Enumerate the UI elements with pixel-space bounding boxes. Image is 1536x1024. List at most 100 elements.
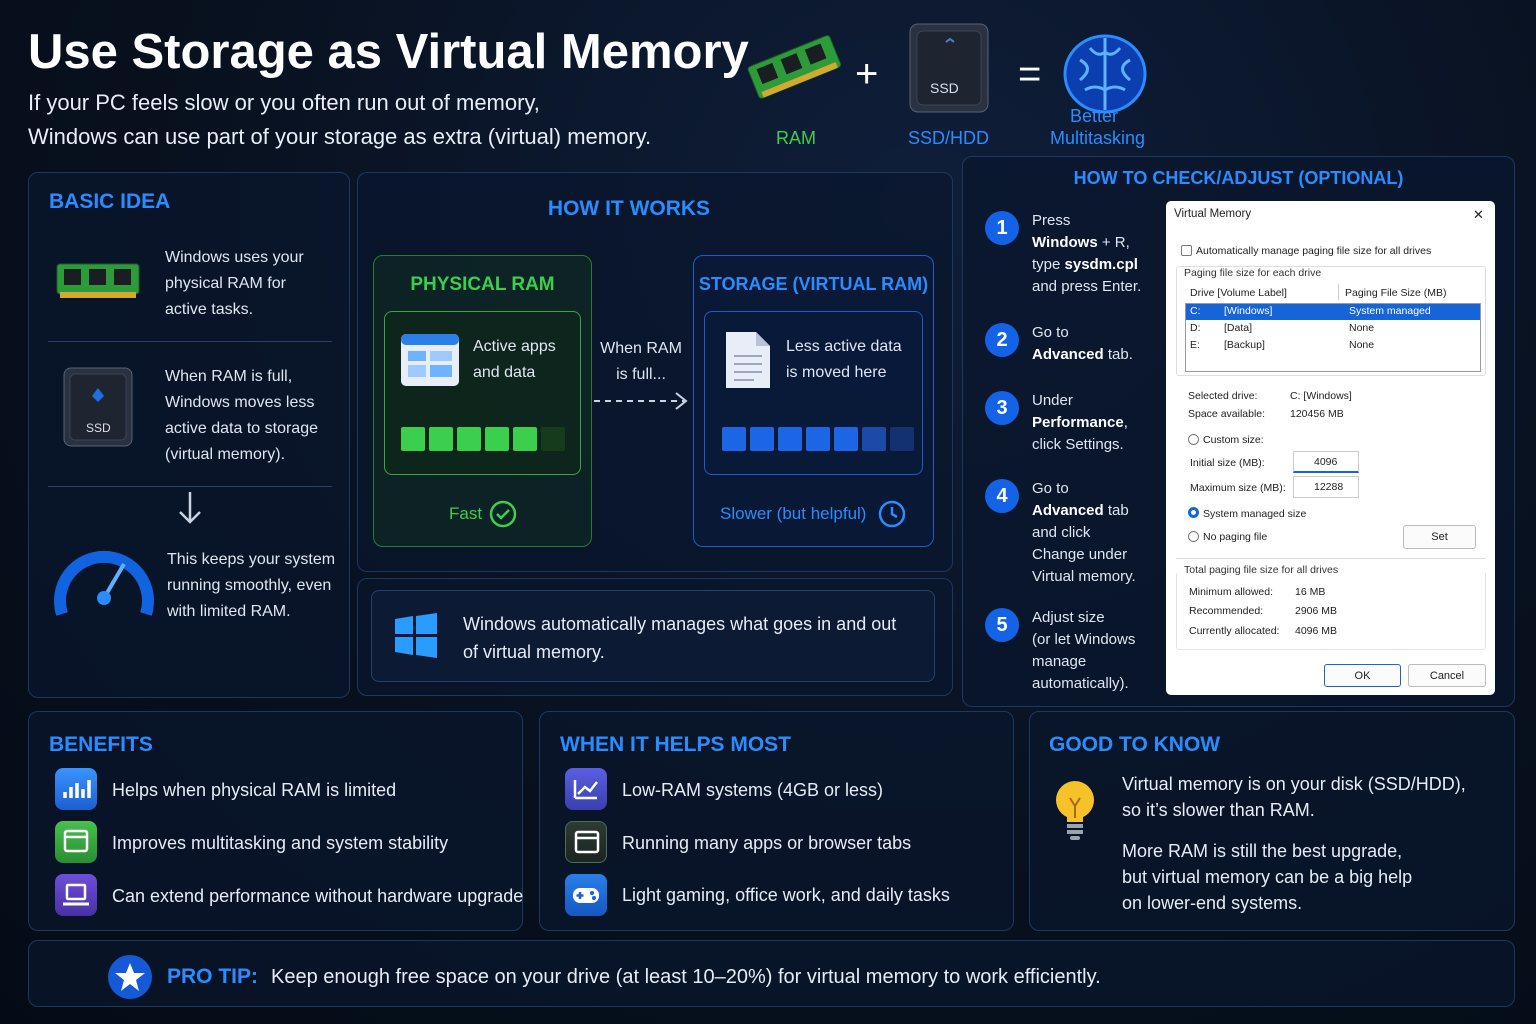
- drive-row-1-volume-label[interactable]: [Windows]: [1224, 305, 1272, 317]
- star-icon: [108, 955, 152, 999]
- how-to-check-title: HOW TO CHECK/ADJUST (OPTIONAL): [1073, 168, 1404, 188]
- subtitle-line-2: Windows can use part of your storage as …: [28, 124, 652, 149]
- ram-stick-icon: [747, 35, 842, 99]
- step-number-5: 5: [985, 608, 1019, 642]
- minimum-allowed-value: 16 MB: [1295, 586, 1326, 598]
- windows-logo-icon: [395, 613, 437, 658]
- ssd-drive-icon: [909, 23, 989, 113]
- drive-row-3-volume-label[interactable]: [Backup]: [1224, 339, 1265, 351]
- how-it-works-title: HOW IT WORKS: [547, 197, 711, 220]
- storage-usage-bar: [722, 427, 918, 456]
- step-number-3: 3: [985, 391, 1019, 425]
- plus-sign: +: [855, 52, 879, 96]
- helps-item-2: Running many apps or browser tabs: [622, 833, 912, 853]
- window-icon: [55, 821, 97, 863]
- initial-size-input[interactable]: 4096: [1293, 451, 1359, 473]
- custom-size-radio[interactable]: [1188, 434, 1199, 445]
- column-header-size[interactable]: Paging File Size (MB): [1345, 287, 1447, 299]
- recommended-label: Recommended:: [1189, 605, 1264, 617]
- bar-segment-filled: [834, 427, 858, 451]
- bar-segment-filled: [750, 427, 774, 451]
- helps-item-3: Light gaming, office work, and daily tas…: [622, 885, 950, 905]
- slower-label: Slower (but helpful): [720, 504, 867, 523]
- ssd-chip-label: SSD: [930, 80, 959, 96]
- currently-allocated-label: Currently allocated:: [1189, 625, 1280, 637]
- recommended-value: 2906 MB: [1295, 605, 1338, 617]
- bar-segment-filled: [722, 427, 746, 451]
- bar-segment-filled: [485, 427, 509, 451]
- lightbulb-icon: [1056, 781, 1094, 840]
- ram-usage-bar: [401, 427, 569, 456]
- ram-module-icon: [56, 263, 140, 298]
- bar-segment-empty: [890, 427, 914, 451]
- step-number-2: 2: [985, 323, 1019, 357]
- storage-box-text: Less active data is moved here: [786, 338, 902, 381]
- arrow-down-icon: [179, 492, 201, 524]
- benefits-title: BENEFITS: [49, 733, 153, 756]
- cancel-button[interactable]: Cancel: [1408, 664, 1486, 687]
- gamepad-icon: [565, 874, 607, 916]
- good-to-know-text-1: Virtual memory is on your disk (SSD/HDD)…: [1122, 774, 1466, 820]
- no-paging-radio[interactable]: [1188, 531, 1199, 542]
- dashed-arrow-icon: [594, 392, 688, 410]
- ssd-icon: [63, 367, 133, 447]
- ssd-hdd-label: SSD/HDD: [908, 128, 990, 148]
- step-text-5: Adjust size (or let Windows manage automati…: [1032, 609, 1136, 692]
- bar-chart-icon: [55, 768, 97, 810]
- good-to-know-title: GOOD TO KNOW: [1049, 733, 1221, 756]
- trend-chart-icon: [565, 768, 607, 810]
- divider: [48, 486, 332, 487]
- selected-drive-value: C: [Windows]: [1290, 390, 1352, 402]
- auto-manage-checkbox[interactable]: [1181, 245, 1192, 256]
- ram-label: RAM: [776, 128, 816, 148]
- auto-manage-text: Windows automatically manages what goes …: [463, 614, 897, 662]
- step-number-1: 1: [985, 211, 1019, 245]
- benefit-item-1: Helps when physical RAM is limited: [112, 780, 397, 800]
- basic-idea-title: BASIC IDEA: [49, 190, 171, 213]
- helps-item-1: Low-RAM systems (4GB or less): [622, 780, 884, 800]
- no-paging-label: No paging file: [1203, 531, 1268, 543]
- bar-segment-filled: [401, 427, 425, 451]
- close-icon[interactable]: ✕: [1473, 207, 1484, 223]
- benefit-item-2: Improves multitasking and system stabili…: [112, 833, 449, 853]
- bar-segment-filled: [457, 427, 481, 451]
- page-title: Use Storage as Virtual Memory: [28, 25, 749, 79]
- ok-button[interactable]: OK: [1324, 664, 1401, 687]
- when-helps-title: WHEN IT HELPS MOST: [560, 733, 791, 756]
- check-circle-icon: [489, 500, 517, 528]
- drive-row-2-drive-letter[interactable]: D:: [1190, 322, 1201, 334]
- ram-box-text: Active apps and data: [473, 338, 556, 381]
- pro-tip-label: PRO TIP:: [167, 965, 259, 988]
- column-header-drive[interactable]: Drive [Volume Label]: [1190, 287, 1287, 299]
- physical-ram-title: PHYSICAL RAM: [410, 274, 555, 295]
- initial-size-label: Initial size (MB):: [1190, 457, 1265, 469]
- set-button[interactable]: Set: [1403, 525, 1476, 549]
- drive-row-3-drive-letter[interactable]: E:: [1190, 339, 1200, 351]
- minimum-allowed-label: Minimum allowed:: [1189, 586, 1274, 598]
- document-icon: [726, 332, 770, 388]
- drive-row-3-paging-size[interactable]: None: [1349, 339, 1374, 351]
- benefit-item-3: Can extend performance without hardware …: [112, 886, 524, 906]
- fast-label: Fast: [449, 504, 483, 523]
- basic-text-1: Windows uses your physical RAM for active …: [165, 249, 304, 318]
- maximum-size-input[interactable]: 12288: [1293, 476, 1359, 498]
- drive-row-2-paging-size[interactable]: None: [1349, 322, 1374, 334]
- step-text-3: Under Performance, click Settings.: [1032, 392, 1128, 453]
- step-text-2: Go to Advanced tab.: [1032, 324, 1133, 363]
- step-number-4: 4: [985, 479, 1019, 513]
- drive-row-1-paging-size[interactable]: System managed: [1349, 305, 1431, 317]
- system-managed-radio[interactable]: [1188, 507, 1199, 518]
- drive-row-2-volume-label[interactable]: [Data]: [1224, 322, 1252, 334]
- bar-segment-filled: [778, 427, 802, 451]
- ssd-chip-label: SSD: [86, 421, 111, 435]
- speedometer-icon: [54, 550, 154, 616]
- drive-row-1-drive-letter[interactable]: C:: [1190, 305, 1201, 317]
- when-ram-full-text: When RAM is full...: [600, 340, 682, 383]
- better-label: Better: [1070, 106, 1119, 126]
- subtitle-line-1: If your PC feels slow or you often run o…: [28, 90, 540, 115]
- good-to-know-text-2: More RAM is still the best upgrade, but v…: [1122, 841, 1413, 913]
- bar-segment-filled: [862, 427, 886, 451]
- bar-segment-filled: [806, 427, 830, 451]
- currently-allocated-value: 4096 MB: [1295, 625, 1338, 637]
- bar-segment-filled: [429, 427, 453, 451]
